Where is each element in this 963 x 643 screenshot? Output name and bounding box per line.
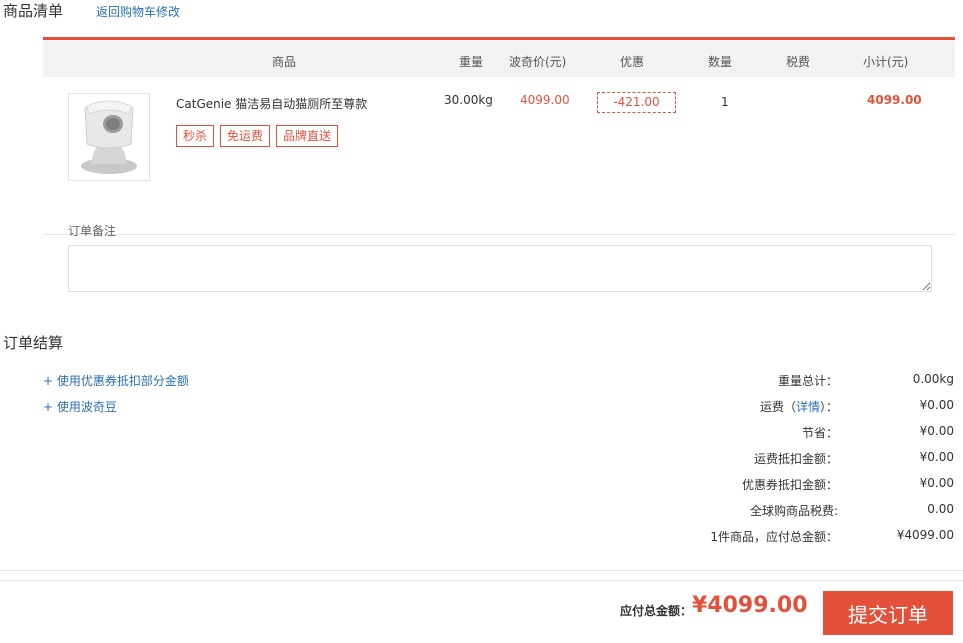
col-qty: 数量: [708, 55, 733, 69]
col-price: 波奇价(元): [509, 55, 567, 69]
tag-free-shipping: 免运费: [220, 125, 271, 147]
product-image[interactable]: [68, 93, 150, 181]
summary-savings: 节省： ¥0.00: [801, 424, 954, 440]
summary-shipping: 运费（详情）： ¥0.00: [759, 398, 954, 414]
col-product: 商品: [272, 55, 297, 69]
col-subtotal: 小计(元): [863, 55, 909, 69]
summary-total: 1件商品，应付总金额： ¥4099.00: [710, 528, 954, 544]
table-header: 商品 重量 波奇价(元) 优惠 数量 税费 小计(元): [43, 37, 955, 77]
submit-order-button[interactable]: 提交订单: [823, 591, 953, 635]
item-quantity: 1: [721, 95, 729, 109]
section-title-items: 商品清单: [3, 2, 64, 20]
order-footer: 应付总金额： ¥4099.00 提交订单: [0, 580, 963, 643]
item-discount: -421.00: [597, 92, 676, 113]
tag-flash-sale: 秒杀: [176, 125, 215, 147]
summary-shipping-deduction: 运费抵扣金额： ¥0.00: [753, 450, 954, 466]
shipping-detail-link[interactable]: 详情: [796, 400, 820, 414]
col-discount: 优惠: [620, 55, 645, 69]
item-subtotal: 4099.00: [867, 93, 922, 107]
section-title-settlement: 订单结算: [3, 334, 64, 352]
product-name[interactable]: CatGenie 猫洁易自动猫厕所至尊款: [176, 95, 367, 112]
col-weight: 重量: [459, 55, 484, 69]
summary-coupon-deduction: 优惠券抵扣金额： ¥0.00: [741, 476, 954, 492]
remark-label: 订单备注: [68, 224, 117, 238]
item-weight: 30.00kg: [444, 93, 493, 107]
divider: [0, 570, 963, 571]
remark-input[interactable]: [68, 245, 932, 292]
back-to-cart-link[interactable]: 返回购物车修改: [96, 3, 180, 20]
total-amount: ¥4099.00: [692, 593, 808, 618]
col-tax: 税费: [786, 55, 811, 69]
total-label: 应付总金额：: [620, 604, 693, 618]
table-row: CatGenie 猫洁易自动猫厕所至尊款 秒杀 免运费 品牌直送 30.00kg…: [43, 77, 955, 235]
tag-brand-direct: 品牌直送: [276, 125, 339, 147]
summary-global-tax: 全球购商品税费: 0.00: [749, 502, 954, 518]
litter-box-image: [81, 100, 137, 174]
product-tags: 秒杀 免运费 品牌直送: [176, 125, 339, 147]
item-price: 4099.00: [520, 93, 570, 107]
items-table: 商品 重量 波奇价(元) 优惠 数量 税费 小计(元) CatGenie 猫洁易…: [43, 37, 955, 235]
summary-weight: 重量总计： 0.00kg: [777, 372, 954, 388]
